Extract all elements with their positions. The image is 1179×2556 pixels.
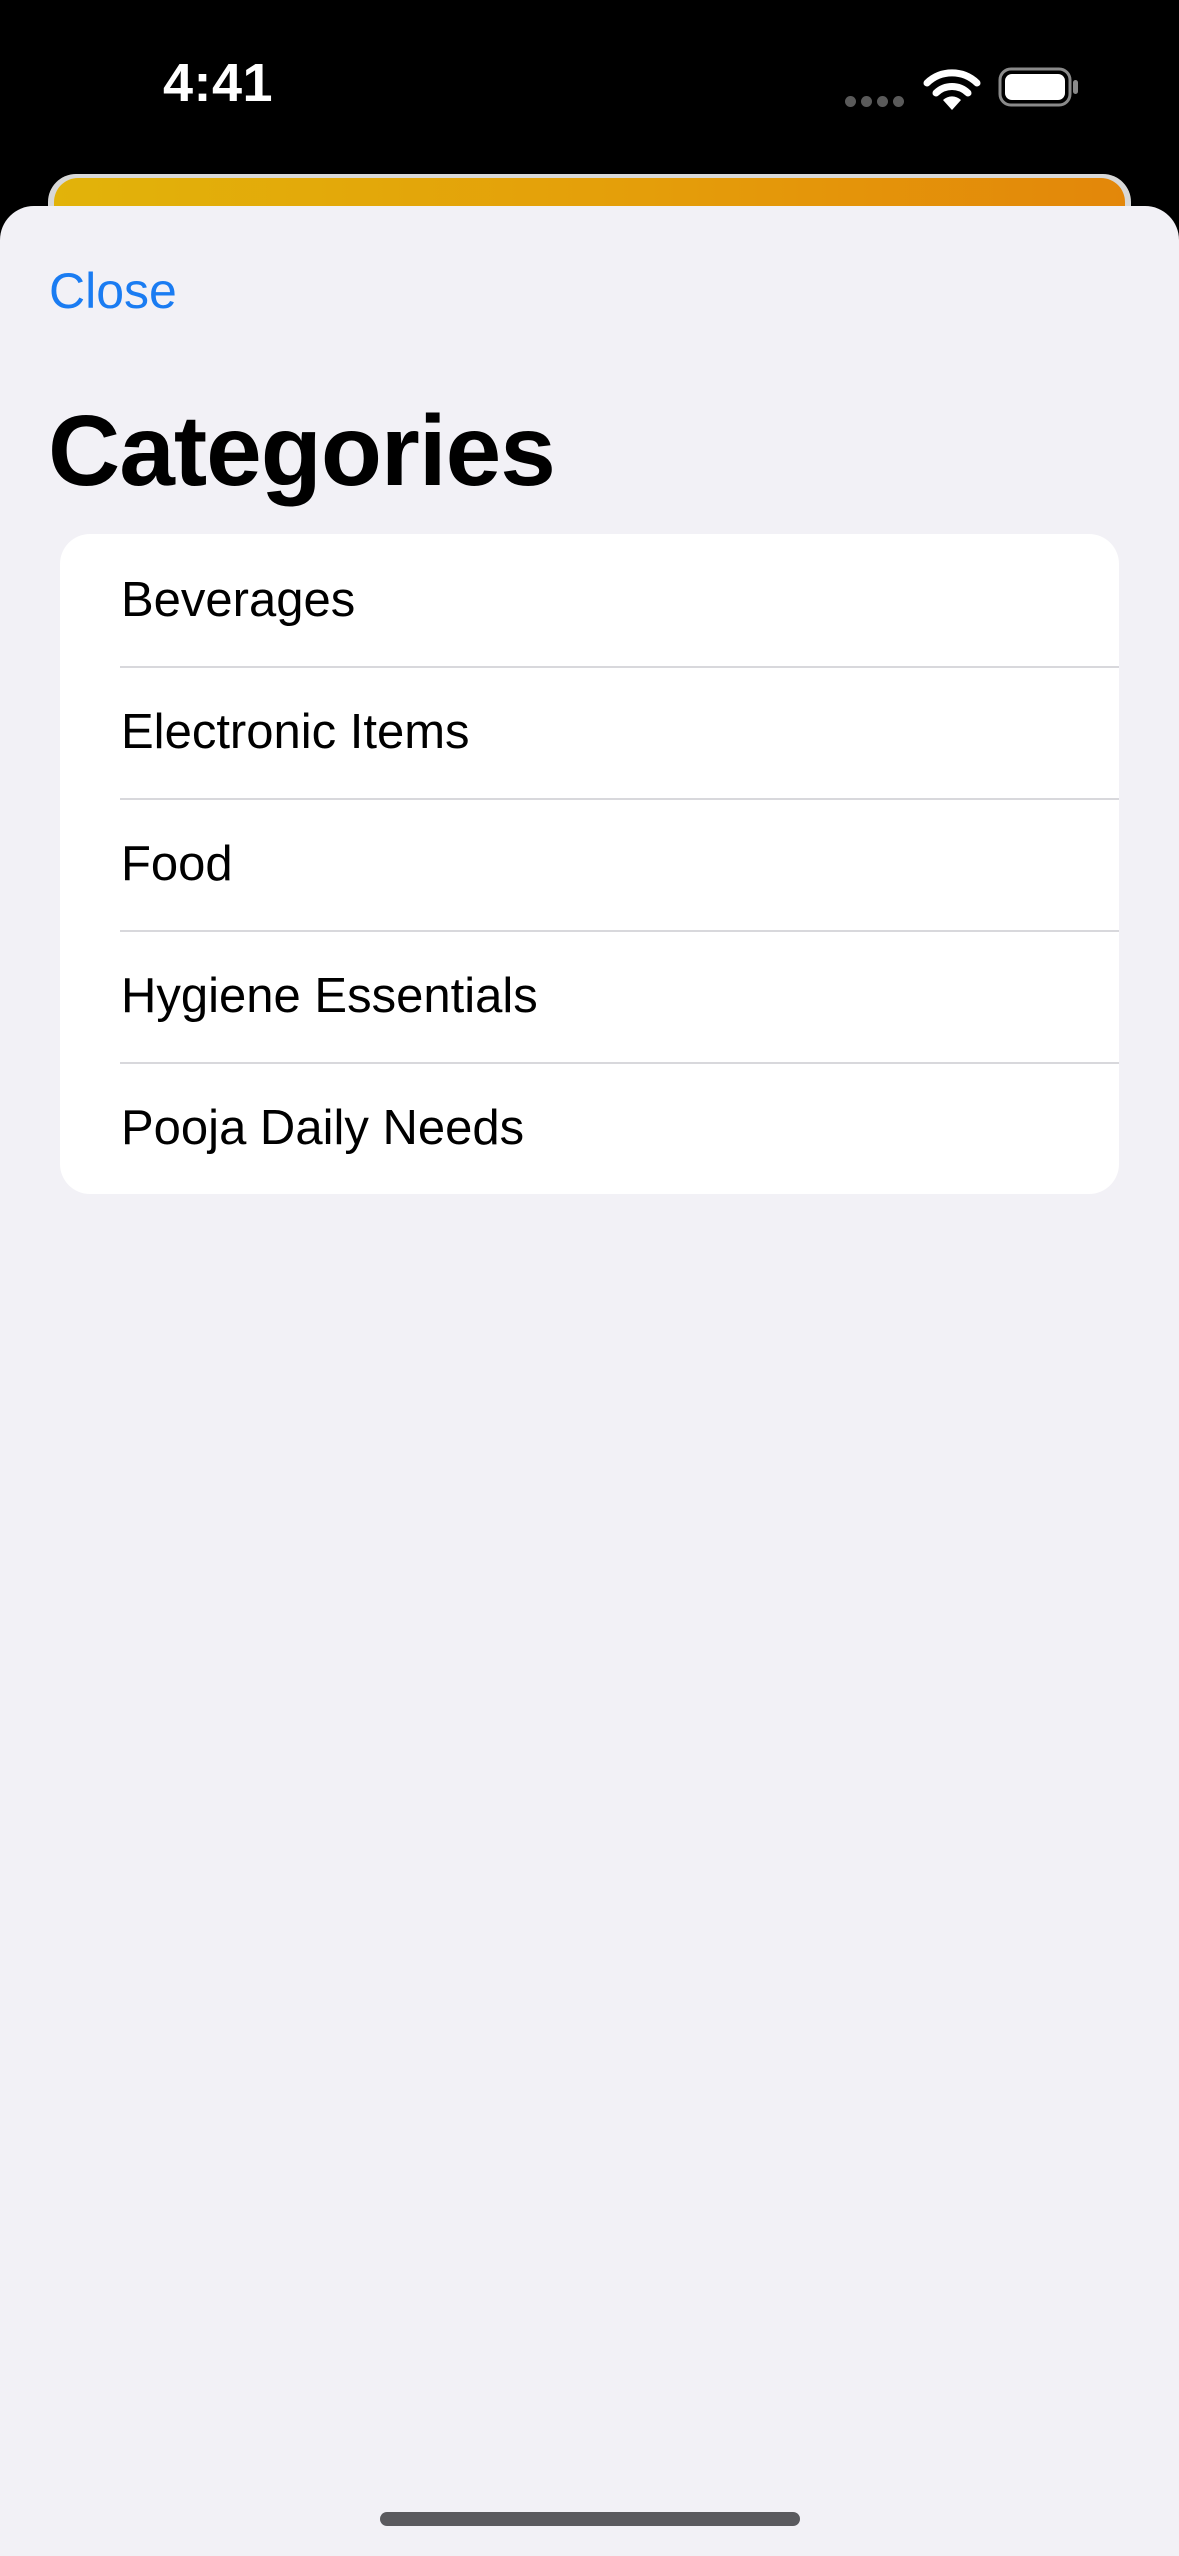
list-item-electronic-items[interactable]: Electronic Items [60,666,1119,798]
battery-icon [998,67,1078,107]
page-title: Categories [48,395,556,507]
signal-icon [845,96,905,108]
status-bar: 4:41 [0,0,1179,170]
list-item-beverages[interactable]: Beverages [60,534,1119,666]
categories-sheet: Close Categories Beverages Electronic It… [0,206,1179,2556]
list-item-label: Hygiene Essentials [121,969,538,1023]
list-item-label: Pooja Daily Needs [121,1101,525,1155]
list-item-pooja-daily-needs[interactable]: Pooja Daily Needs [60,1062,1119,1194]
list-item-label: Beverages [121,573,356,627]
list-item-label: Food [121,837,233,891]
status-time: 4:41 [163,53,274,113]
category-list: Beverages Electronic Items Food Hygiene … [60,534,1119,1194]
home-indicator[interactable] [380,2512,800,2526]
list-item-food[interactable]: Food [60,798,1119,930]
list-item-hygiene-essentials[interactable]: Hygiene Essentials [60,930,1119,1062]
screen: 4:41 Close Categories Beverages Electron… [0,0,1179,2556]
wifi-icon [923,69,981,110]
close-button[interactable]: Close [49,262,177,320]
list-item-label: Electronic Items [121,705,470,759]
